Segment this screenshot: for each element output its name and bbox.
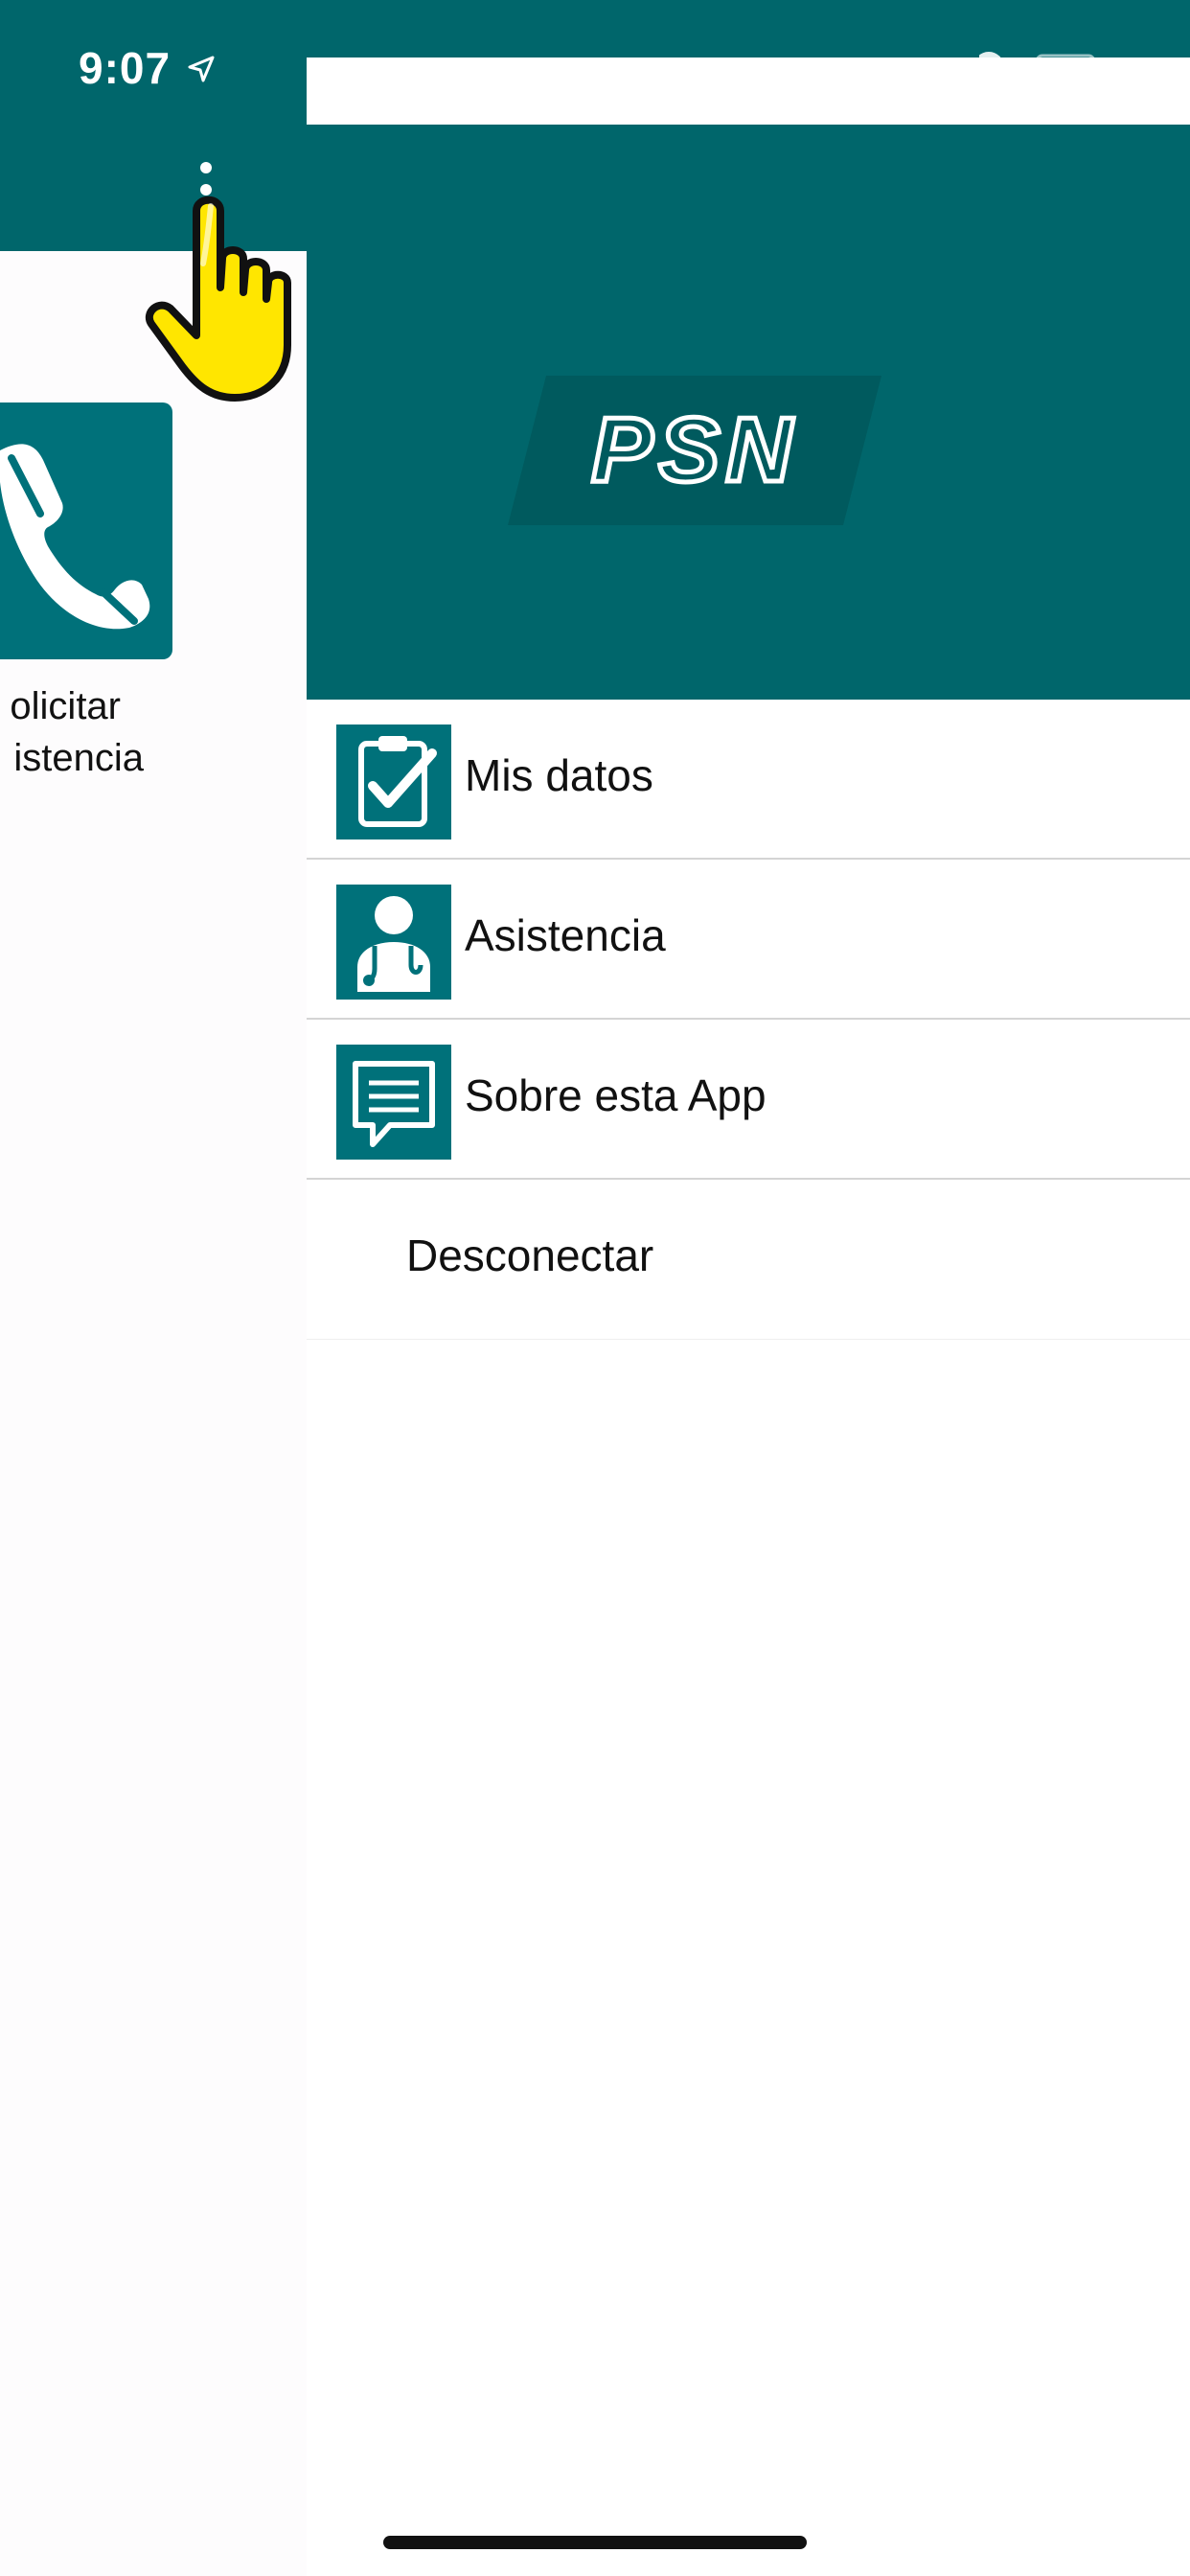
request-assistance-tile[interactable] (0, 402, 172, 659)
menu-label-mis-datos: Mis datos (465, 750, 653, 800)
home-indicator[interactable] (383, 2536, 807, 2549)
navigation-drawer: PSN Mis datos Asistencia Sobre esta App … (307, 0, 1190, 2576)
drawer-header: PSN (307, 125, 1190, 700)
battery-icon (979, 52, 1096, 84)
menu-item-asistencia[interactable]: Asistencia (307, 860, 1190, 1020)
menu-label-desconectar: Desconectar (406, 1230, 654, 1280)
menu-item-sobre-esta-app[interactable]: Sobre esta App (307, 1020, 1190, 1180)
tap-hand-cursor-icon (146, 196, 291, 402)
phone-icon (0, 444, 150, 630)
psn-logo-text: PSN (591, 399, 797, 501)
clipboard-check-icon (336, 724, 451, 840)
drawer-top-bar (307, 0, 1190, 58)
menu-item-mis-datos[interactable]: Mis datos (307, 700, 1190, 860)
location-arrow-icon (188, 56, 215, 82)
tile-label-line2: istencia (13, 737, 144, 779)
psn-logo: PSN (508, 376, 881, 525)
chat-bubble-icon (336, 1045, 451, 1160)
menu-label-asistencia: Asistencia (465, 910, 666, 960)
tile-label-line1: olicitar (10, 685, 121, 727)
menu-label-sobre-esta-app: Sobre esta App (465, 1070, 767, 1120)
doctor-icon (336, 885, 451, 1000)
drawer-menu: Mis datos Asistencia Sobre esta App Desc… (307, 700, 1190, 1340)
request-assistance-label: olicitar istencia (0, 680, 172, 784)
menu-item-desconectar[interactable]: Desconectar (307, 1180, 1190, 1340)
status-time: 9:07 (79, 43, 172, 93)
